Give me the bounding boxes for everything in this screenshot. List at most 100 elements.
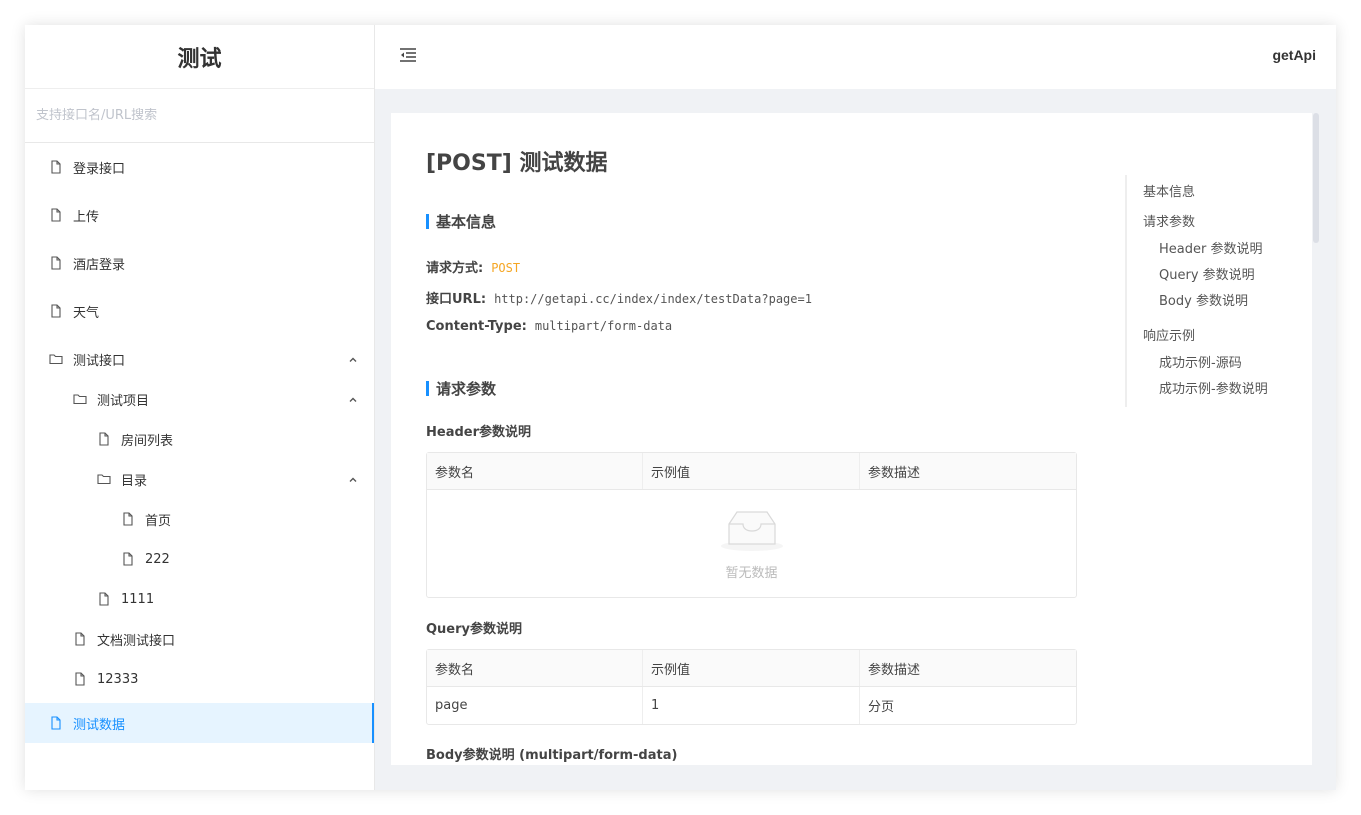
doc-card: [POST] 测试数据 基本信息 请求方式: POST 接口URL: http:… — [391, 113, 1312, 765]
tree-item-test-data[interactable]: 测试数据 — [25, 703, 374, 743]
url-row: 接口URL: http://getapi.cc/index/index/test… — [426, 288, 812, 307]
body-params-title: Body参数说明 (multipart/form-data) — [426, 748, 678, 763]
ctype-value: multipart/form-data — [534, 319, 673, 333]
file-icon — [49, 716, 63, 730]
tree-item-label: 1111 — [121, 591, 155, 607]
folder-icon — [97, 472, 111, 486]
search-bar — [25, 89, 374, 143]
tree-folder-directory[interactable]: 目录 — [25, 463, 374, 495]
column-header: 示例值 — [643, 650, 860, 686]
anchor-header-params[interactable]: Header 参数说明 — [1159, 238, 1262, 257]
chevron-up-icon[interactable] — [348, 394, 358, 404]
tree-item-login[interactable]: 登录接口 — [25, 143, 374, 191]
anchor-response-example[interactable]: 响应示例 — [1143, 325, 1195, 344]
section-marker — [426, 381, 429, 396]
table-cell: page — [427, 687, 643, 724]
tree-item-hotel-login[interactable]: 酒店登录 — [25, 239, 374, 287]
empty-state: 暂无数据 — [427, 490, 1076, 597]
file-icon — [121, 512, 135, 526]
folder-icon — [49, 352, 63, 366]
tree-item-12333[interactable]: 12333 — [25, 655, 374, 703]
anchor-body-params[interactable]: Body 参数说明 — [1159, 290, 1248, 309]
tree-item-1111[interactable]: 1111 — [25, 575, 374, 623]
tree-item-weather[interactable]: 天气 — [25, 287, 374, 335]
tree-item-home[interactable]: 首页 — [25, 495, 374, 543]
section-title: 请求参数 — [436, 380, 497, 398]
anchor-basic-info[interactable]: 基本信息 — [1143, 181, 1195, 200]
section-title: 基本信息 — [436, 213, 497, 231]
tree-item-label: 测试接口 — [73, 353, 126, 369]
tree-item-label: 登录接口 — [73, 161, 126, 177]
project-title: 测试 — [25, 25, 374, 89]
empty-inbox-icon — [721, 511, 783, 551]
table-header: 参数名 示例值 参数描述 — [427, 453, 1076, 490]
tree-item-label: 上传 — [73, 209, 100, 225]
file-icon — [49, 304, 63, 318]
url-label: 接口URL: — [426, 292, 487, 307]
column-header: 示例值 — [643, 453, 860, 489]
file-icon — [97, 432, 111, 446]
content-type-row: Content-Type: multipart/form-data — [426, 319, 672, 334]
doc-title: [POST] 测试数据 — [426, 151, 608, 176]
search-input[interactable] — [36, 108, 356, 123]
anchor-query-params[interactable]: Query 参数说明 — [1159, 264, 1255, 283]
header-params-table: 参数名 示例值 参数描述 暂无数据 — [426, 452, 1077, 598]
file-icon — [49, 256, 63, 270]
file-icon — [73, 672, 87, 686]
table-row: page 1 分页 — [427, 687, 1076, 724]
query-params-title: Query参数说明 — [426, 622, 523, 637]
anchor-success-source[interactable]: 成功示例-源码 — [1159, 352, 1242, 371]
ctype-label: Content-Type: — [426, 319, 527, 334]
empty-text: 暂无数据 — [725, 566, 778, 581]
file-icon — [49, 208, 63, 222]
section-request-params: 请求参数 — [426, 378, 496, 399]
chevron-up-icon[interactable] — [348, 474, 358, 484]
tree-folder-test-project[interactable]: 测试项目 — [25, 383, 374, 415]
column-header: 参数描述 — [868, 465, 921, 481]
content-scrollbar[interactable] — [1313, 113, 1319, 243]
url-value: http://getapi.cc/index/index/testData?pa… — [494, 292, 812, 306]
table-header: 参数名 示例值 参数描述 — [427, 650, 1076, 687]
folder-icon — [73, 392, 87, 406]
anchor-nav: 基本信息 请求参数 Header 参数说明 Query 参数说明 Body 参数… — [1125, 175, 1295, 407]
app-window: 测试 登录接口 上传 酒店登录 天气 测试接口 — [25, 25, 1336, 790]
request-method-row: 请求方式: POST — [426, 257, 520, 276]
tree-folder-test-api[interactable]: 测试接口 — [25, 335, 374, 383]
header-params-title: Header参数说明 — [426, 425, 532, 440]
file-icon — [49, 160, 63, 174]
tree-item-222[interactable]: 222 — [25, 543, 374, 575]
tree-item-doc-test-api[interactable]: 文档测试接口 — [25, 623, 374, 655]
menu-fold-icon[interactable] — [399, 47, 417, 63]
table-cell: 1 — [643, 687, 860, 724]
tree-item-upload[interactable]: 上传 — [25, 191, 374, 239]
column-header: 参数名 — [427, 650, 643, 686]
query-params-table: 参数名 示例值 参数描述 page 1 分页 — [426, 649, 1077, 725]
tree-item-label: 测试数据 — [73, 717, 126, 733]
api-tree: 登录接口 上传 酒店登录 天气 测试接口 测试项目 房间列表 目录 首页 222… — [25, 143, 374, 743]
table-cell: 分页 — [868, 700, 895, 715]
tree-item-label: 测试项目 — [97, 393, 150, 409]
tree-item-label: 文档测试接口 — [97, 633, 176, 649]
file-icon — [73, 632, 87, 646]
column-header: 参数名 — [427, 453, 643, 489]
tree-item-label: 天气 — [73, 305, 100, 321]
tree-item-label: 目录 — [121, 473, 148, 489]
file-icon — [97, 592, 111, 606]
sidebar: 测试 登录接口 上传 酒店登录 天气 测试接口 — [25, 25, 375, 790]
section-basic-info: 基本信息 — [426, 211, 496, 232]
tree-item-label: 房间列表 — [121, 433, 174, 449]
tree-item-room-list[interactable]: 房间列表 — [25, 415, 374, 463]
chevron-up-icon[interactable] — [348, 354, 358, 364]
column-header: 参数描述 — [868, 662, 921, 678]
tree-item-label: 222 — [145, 551, 170, 567]
anchor-success-params[interactable]: 成功示例-参数说明 — [1159, 378, 1268, 397]
tree-item-label: 酒店登录 — [73, 257, 126, 273]
tree-item-label: 首页 — [145, 513, 172, 529]
anchor-request-params[interactable]: 请求参数 — [1143, 211, 1195, 230]
user-name[interactable]: getApi — [1272, 47, 1316, 63]
file-icon — [121, 552, 135, 566]
section-marker — [426, 214, 429, 229]
method-value: POST — [491, 261, 521, 275]
header: getApi — [375, 25, 1336, 89]
tree-item-label: 12333 — [97, 671, 139, 687]
